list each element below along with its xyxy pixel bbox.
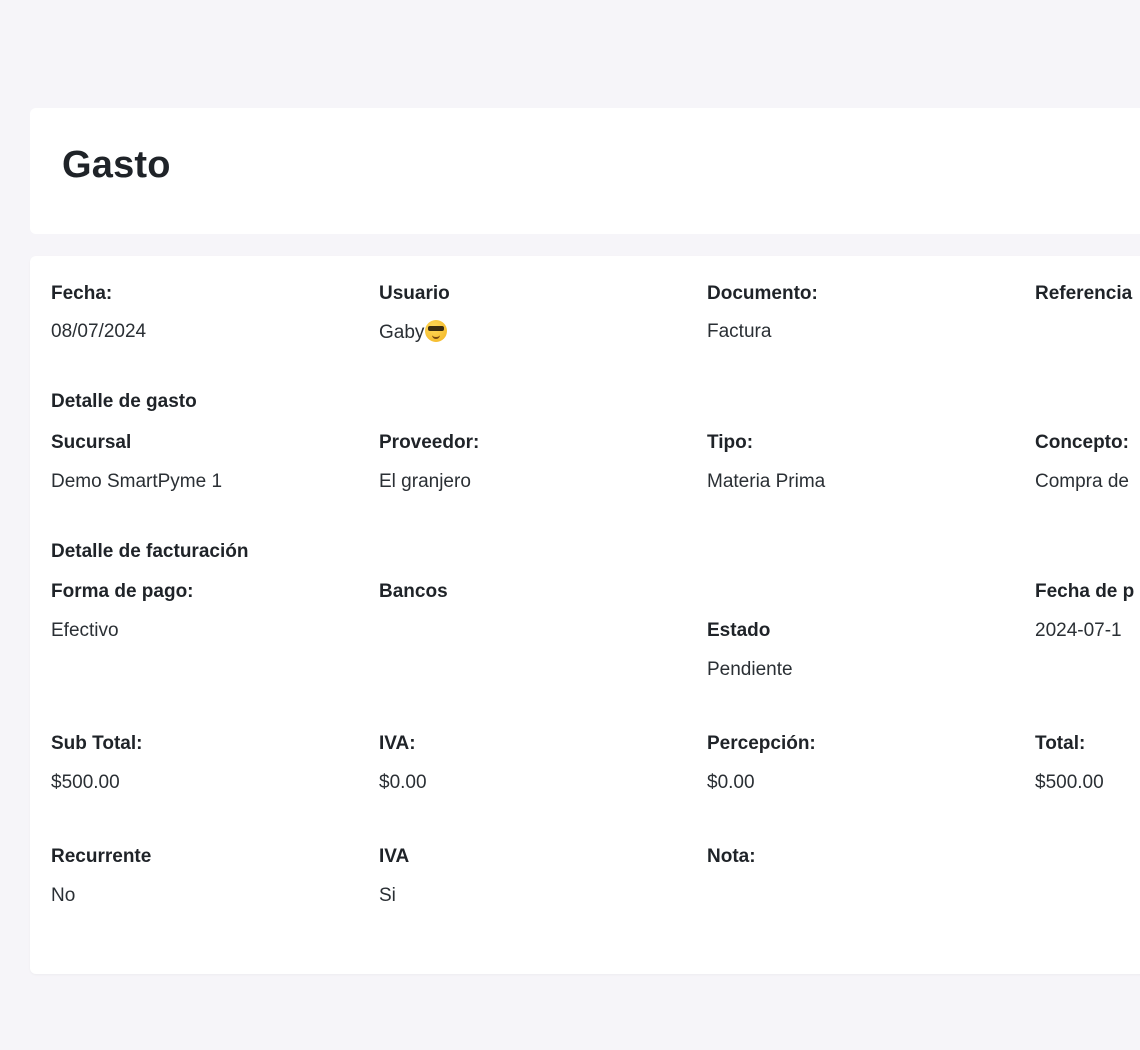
header-card: Gasto <box>30 108 1140 234</box>
iva-amount-label: IVA: <box>379 733 416 754</box>
nota-label: Nota: <box>707 846 756 867</box>
concepto-value: Compra de <box>1035 471 1129 492</box>
sucursal-label: Sucursal <box>51 432 132 453</box>
tipo-label: Tipo: <box>707 432 754 453</box>
bancos-label: Bancos <box>379 581 448 602</box>
usuario-value-wrap: Gaby <box>379 320 448 345</box>
forma-pago-value: Efectivo <box>51 620 119 641</box>
documento-label: Documento: <box>707 283 818 304</box>
concepto-label: Concepto: <box>1035 432 1129 453</box>
usuario-value: Gaby <box>379 322 425 343</box>
estado-value: Pendiente <box>707 659 793 680</box>
percepcion-label: Percepción: <box>707 733 816 754</box>
subtotal-label: Sub Total: <box>51 733 143 754</box>
expense-detail-card: Fecha: 08/07/2024 Usuario Gaby Documento… <box>30 256 1140 974</box>
usuario-label: Usuario <box>379 283 450 304</box>
total-value: $500.00 <box>1035 772 1104 793</box>
section-title-detalle-gasto: Detalle de gasto <box>51 391 197 412</box>
section-title-detalle-facturacion: Detalle de facturación <box>51 541 249 562</box>
recurrente-value: No <box>51 885 76 906</box>
documento-value: Factura <box>707 321 772 342</box>
nerd-face-emoji-icon <box>425 320 448 342</box>
iva-flag-value: Si <box>379 885 396 906</box>
iva-amount-value: $0.00 <box>379 772 427 793</box>
recurrente-label: Recurrente <box>51 846 152 867</box>
fecha-pago-label: Fecha de p <box>1035 581 1135 602</box>
fecha-value: 08/07/2024 <box>51 321 147 342</box>
forma-pago-label: Forma de pago: <box>51 581 194 602</box>
sucursal-value: Demo SmartPyme 1 <box>51 471 223 492</box>
page-title: Gasto <box>62 144 171 186</box>
iva-flag-label: IVA <box>379 846 410 867</box>
proveedor-label: Proveedor: <box>379 432 480 453</box>
percepcion-value: $0.00 <box>707 772 755 793</box>
referencia-label: Referencia <box>1035 283 1133 304</box>
tipo-value: Materia Prima <box>707 471 826 492</box>
fecha-pago-value: 2024-07-1 <box>1035 620 1122 641</box>
fecha-label: Fecha: <box>51 283 113 304</box>
total-label: Total: <box>1035 733 1086 754</box>
proveedor-value: El granjero <box>379 471 471 492</box>
subtotal-value: $500.00 <box>51 772 120 793</box>
page: Gasto Fecha: 08/07/2024 Usuario Gaby Doc… <box>0 0 1140 1050</box>
estado-label: Estado <box>707 620 771 641</box>
